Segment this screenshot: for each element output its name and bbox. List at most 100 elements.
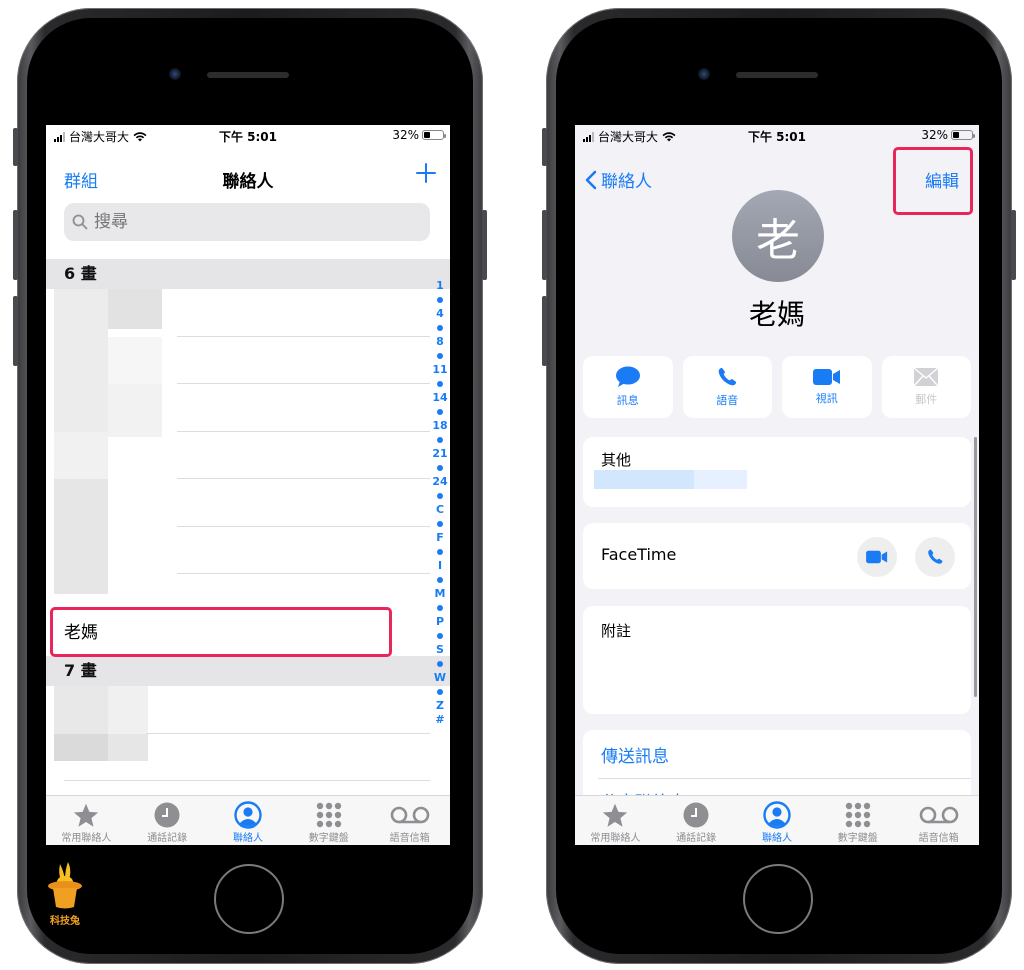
home-button[interactable]: [743, 864, 813, 934]
watermark-logo: 科技兔: [40, 860, 90, 927]
clock-icon: [154, 802, 180, 828]
search-input[interactable]: [94, 212, 294, 232]
envelope-icon: [913, 367, 939, 387]
voicemail-icon: [390, 806, 429, 824]
volume-down-button: [542, 296, 547, 366]
list-item[interactable]: [46, 733, 450, 781]
action-label: 訊息: [616, 394, 639, 407]
index-entry[interactable]: 24: [432, 475, 447, 489]
battery-icon: [422, 130, 446, 140]
index-entry[interactable]: S: [436, 643, 444, 657]
list-item[interactable]: [46, 431, 450, 479]
star-icon: [603, 803, 628, 827]
list-item[interactable]: [46, 574, 450, 604]
star-icon: [74, 803, 99, 827]
list-item[interactable]: [46, 686, 450, 734]
tab-keypad[interactable]: 數字鍵盤: [288, 796, 369, 845]
video-call-button[interactable]: 視訊: [782, 356, 872, 418]
highlight-box: [893, 147, 973, 215]
add-contact-button[interactable]: [416, 159, 436, 189]
scrollbar[interactable]: [974, 437, 977, 697]
contacts-list-screen: 台灣大哥大 下午 5:01 32% 群組 聯絡人 6 畫: [46, 125, 450, 845]
tab-label: 常用聯絡人: [590, 833, 641, 844]
section-index[interactable]: 1 4 8 11 14 18 21 24 C F I M P S W Z #: [430, 279, 450, 727]
action-label: 語音: [716, 394, 739, 407]
tab-voicemail[interactable]: 語音信箱: [369, 796, 450, 845]
facetime-row: FaceTime: [583, 523, 971, 589]
tab-label: 數字鍵盤: [308, 833, 349, 844]
index-entry[interactable]: 1: [436, 279, 444, 293]
section-header-6: 6 畫: [46, 259, 450, 289]
tab-recents[interactable]: 通話記錄: [656, 796, 737, 845]
status-bar: 台灣大哥大 下午 5:01 32%: [46, 125, 450, 145]
tab-favorites[interactable]: 常用聯絡人: [575, 796, 656, 845]
list-item[interactable]: [46, 526, 450, 574]
video-camera-icon: [812, 369, 840, 385]
phone-icon: [718, 367, 737, 386]
battery-percent: 32%: [921, 128, 948, 142]
facetime-audio-button[interactable]: [915, 537, 955, 577]
clock-icon: [683, 802, 709, 828]
facetime-label: FaceTime: [601, 545, 677, 564]
tab-label: 聯絡人: [761, 833, 792, 844]
voice-call-button[interactable]: 語音: [682, 356, 772, 418]
clock: 下午 5:01: [747, 130, 807, 144]
list-item[interactable]: [46, 384, 450, 437]
redacted-phone-number: [594, 470, 694, 489]
back-button[interactable]: 聯絡人: [585, 167, 652, 192]
video-camera-icon: [866, 550, 888, 564]
list-item[interactable]: [46, 336, 450, 384]
tab-recents[interactable]: 通話記錄: [127, 796, 208, 845]
index-entry[interactable]: #: [435, 713, 444, 727]
index-entry[interactable]: W: [434, 671, 446, 685]
volume-down-button: [13, 296, 18, 366]
tab-label: 數字鍵盤: [837, 833, 878, 844]
search-field[interactable]: [64, 203, 430, 241]
action-label: 郵件: [915, 393, 938, 406]
page-title: 聯絡人: [222, 172, 274, 192]
tab-contacts[interactable]: 聯絡人: [737, 796, 818, 845]
tab-favorites[interactable]: 常用聯絡人: [46, 796, 127, 845]
tab-label: 聯絡人: [232, 833, 263, 844]
mute-switch: [542, 128, 547, 166]
list-item[interactable]: [46, 479, 450, 527]
index-entry[interactable]: C: [436, 503, 444, 517]
search-icon: [72, 214, 88, 230]
message-button[interactable]: 訊息: [583, 356, 673, 418]
phone-field-other[interactable]: 其他: [583, 437, 971, 507]
send-message-link[interactable]: 傳送訊息: [601, 742, 669, 767]
volume-up-button: [542, 210, 547, 280]
index-entry[interactable]: Z: [436, 699, 444, 713]
phone-icon: [928, 549, 943, 564]
index-entry[interactable]: M: [435, 587, 446, 601]
index-entry[interactable]: 11: [432, 363, 447, 377]
tab-contacts[interactable]: 聯絡人: [208, 796, 289, 845]
mail-button[interactable]: 郵件: [881, 356, 971, 418]
index-entry[interactable]: F: [436, 531, 444, 545]
index-entry[interactable]: 8: [436, 335, 444, 349]
plus-icon: [416, 163, 436, 183]
contact-name: 老媽: [748, 298, 805, 331]
tab-label: 通話記錄: [147, 833, 188, 844]
index-entry[interactable]: I: [438, 559, 442, 573]
index-entry[interactable]: 21: [432, 447, 447, 461]
index-entry[interactable]: 14: [432, 391, 447, 405]
back-label: 聯絡人: [601, 172, 652, 192]
battery-percent: 32%: [392, 128, 419, 142]
tab-label: 語音信箱: [389, 833, 430, 844]
home-button[interactable]: [214, 864, 284, 934]
notes-label: 附註: [601, 622, 632, 640]
tab-keypad[interactable]: 數字鍵盤: [817, 796, 898, 845]
avatar: 老: [732, 190, 824, 282]
tab-voicemail[interactable]: 語音信箱: [898, 796, 979, 845]
notes-field[interactable]: 附註: [583, 606, 971, 714]
power-button: [1011, 210, 1016, 280]
contact-row-mom[interactable]: 老媽: [46, 604, 450, 657]
keypad-icon: [845, 802, 870, 828]
list-item[interactable]: [46, 289, 450, 337]
index-entry[interactable]: 4: [436, 307, 444, 321]
facetime-video-button[interactable]: [857, 537, 897, 577]
index-entry[interactable]: 18: [432, 419, 447, 433]
front-camera: [169, 68, 181, 80]
index-entry[interactable]: P: [436, 615, 444, 629]
